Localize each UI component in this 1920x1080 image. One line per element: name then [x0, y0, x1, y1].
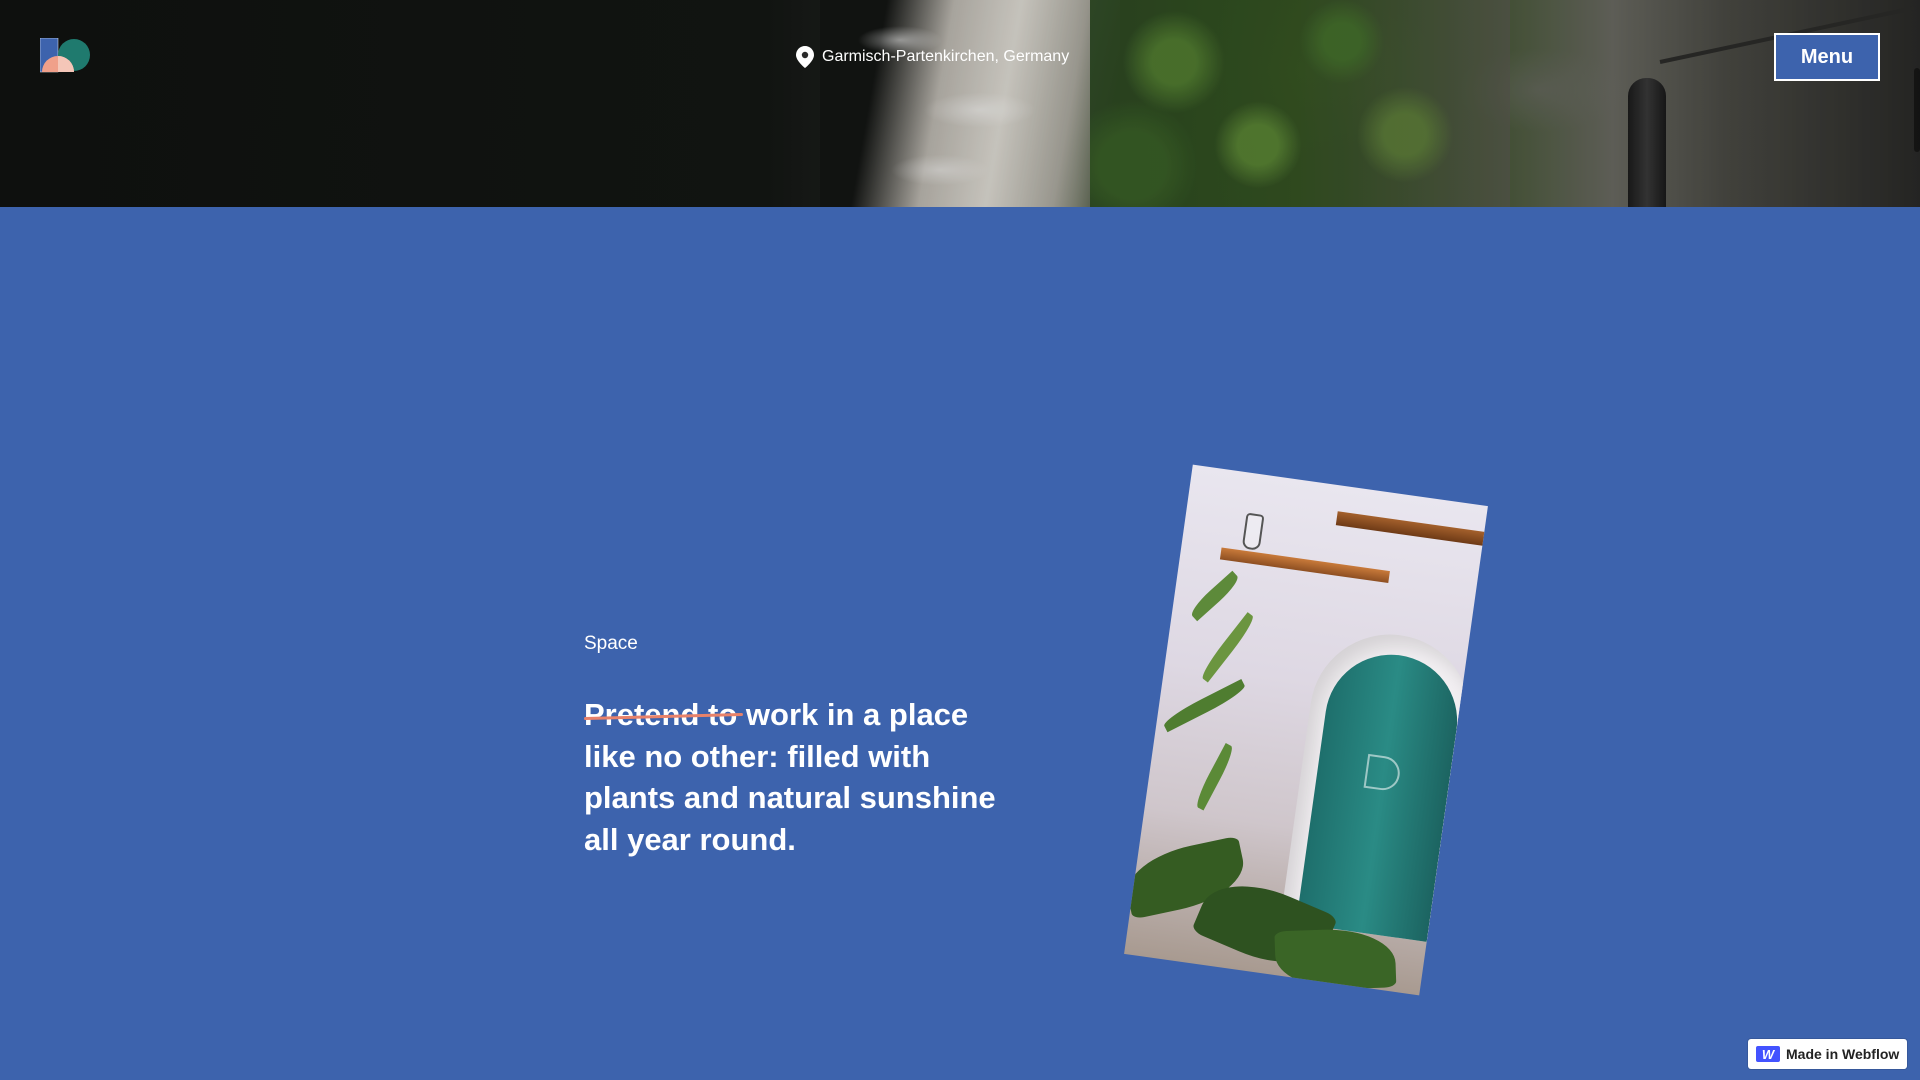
menu-button[interactable]: Menu	[1774, 33, 1880, 81]
section-headline: Pretend to work in a place like no other…	[584, 694, 1024, 860]
section-eyebrow: Space	[584, 633, 638, 654]
brand-logo[interactable]	[39, 37, 92, 74]
made-in-webflow-badge[interactable]: W Made in Webflow	[1748, 1039, 1908, 1069]
location-label: Garmisch-Partenkirchen, Germany	[796, 46, 1069, 68]
headline-struck-text: Pretend to	[584, 697, 738, 732]
location-text: Garmisch-Partenkirchen, Germany	[822, 48, 1070, 65]
logo-icon	[39, 37, 90, 73]
map-pin-icon	[796, 46, 814, 68]
space-photo	[1124, 464, 1488, 996]
badge-label: Made in Webflow	[1786, 1046, 1900, 1062]
hero-photo	[0, 0, 1920, 207]
lamp-icon	[1241, 512, 1265, 551]
webflow-icon: W	[1756, 1046, 1780, 1062]
scrollbar[interactable]	[1914, 68, 1920, 152]
